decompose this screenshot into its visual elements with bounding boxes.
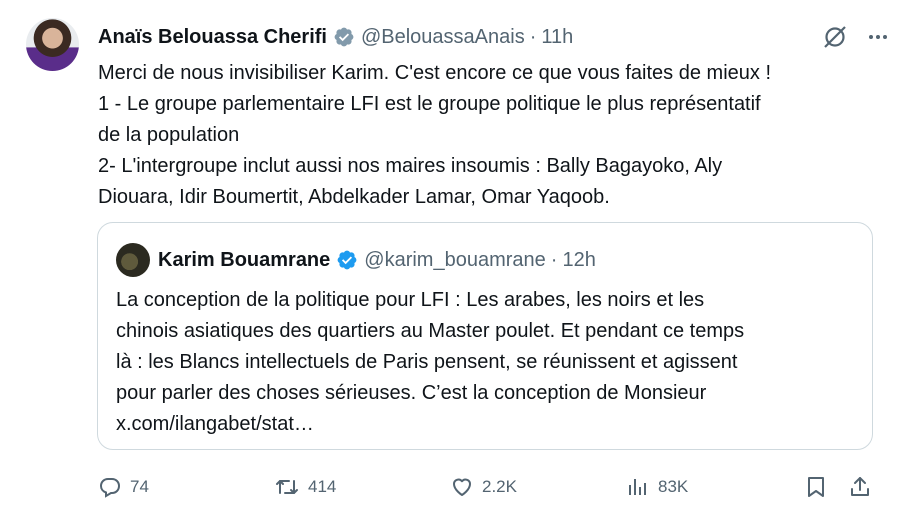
tweet-header: Anaïs Belouassa Cherifi @BelouassaAnais … <box>98 24 573 50</box>
tweet-text: Merci de nous invisibiliser Karim. C'est… <box>98 58 888 213</box>
repost-icon <box>274 475 300 499</box>
tweet-top-actions <box>822 24 890 50</box>
tweet-action-bar: 74 414 2.2K 83K <box>98 472 878 502</box>
author-handle[interactable]: @BelouassaAnais <box>361 26 525 49</box>
tweet-text-line: 1 - Le groupe parlementaire LFI est le g… <box>98 93 761 115</box>
separator-dot: · <box>529 25 537 48</box>
tweet-text-line: 2- L'intergroupe inclut aussi nos maires… <box>98 155 723 177</box>
reply-icon <box>98 475 122 499</box>
quoted-tweet-text: La conception de la politique pour LFI :… <box>116 285 856 440</box>
reply-count: 74 <box>130 477 149 496</box>
quoted-author-handle: @karim_bouamrane <box>364 248 546 271</box>
quoted-author-display-name: Karim Bouamrane <box>158 248 331 271</box>
more-icon[interactable] <box>866 25 890 49</box>
tweet[interactable]: Anaïs Belouassa Cherifi @BelouassaAnais … <box>0 0 918 521</box>
reply-button[interactable]: 74 <box>98 472 149 502</box>
repost-button[interactable]: 414 <box>274 472 336 502</box>
share-button[interactable] <box>848 472 872 502</box>
share-icon <box>848 475 872 499</box>
verified-badge-icon <box>336 249 358 271</box>
quoted-tweet-timestamp: 12h <box>562 248 596 271</box>
bookmark-icon <box>804 475 828 499</box>
grok-icon[interactable] <box>822 24 848 50</box>
views-button[interactable]: 83K <box>626 472 688 502</box>
tweet-timestamp[interactable]: 11h <box>541 26 573 49</box>
quoted-tweet-header: Karim Bouamrane @karim_bouamrane · 12h <box>158 246 596 274</box>
quoted-text-line: pour parler des choses sérieuses. C’est … <box>116 382 707 404</box>
bookmark-button[interactable] <box>804 472 828 502</box>
like-count: 2.2K <box>482 477 517 496</box>
quoted-tweet[interactable]: Karim Bouamrane @karim_bouamrane · 12h L… <box>97 222 873 450</box>
quoted-text-line: La conception de la politique pour LFI :… <box>116 289 705 311</box>
repost-count: 414 <box>308 477 337 496</box>
author-display-name[interactable]: Anaïs Belouassa Cherifi <box>98 26 327 49</box>
like-button[interactable]: 2.2K <box>450 472 517 502</box>
views-count: 83K <box>658 477 689 496</box>
quoted-link[interactable]: x.com/ilangabet/stat… <box>116 409 856 440</box>
quoted-text-line: là : les Blancs intellectuels de Paris p… <box>116 351 738 373</box>
separator-dot: · <box>550 248 558 271</box>
like-icon <box>450 475 474 499</box>
tweet-text-line: Diouara, Idir Boumertit, Abdelkader Lama… <box>98 186 610 208</box>
verified-badge-icon <box>333 26 355 48</box>
quoted-author-avatar <box>116 243 150 277</box>
tweet-text-line: Merci de nous invisibiliser Karim. C'est… <box>98 62 771 84</box>
views-icon <box>626 475 650 499</box>
tweet-text-line: de la population <box>98 124 240 146</box>
author-avatar[interactable] <box>26 18 79 71</box>
quoted-text-line: chinois asiatiques des quartiers au Mast… <box>116 320 745 342</box>
